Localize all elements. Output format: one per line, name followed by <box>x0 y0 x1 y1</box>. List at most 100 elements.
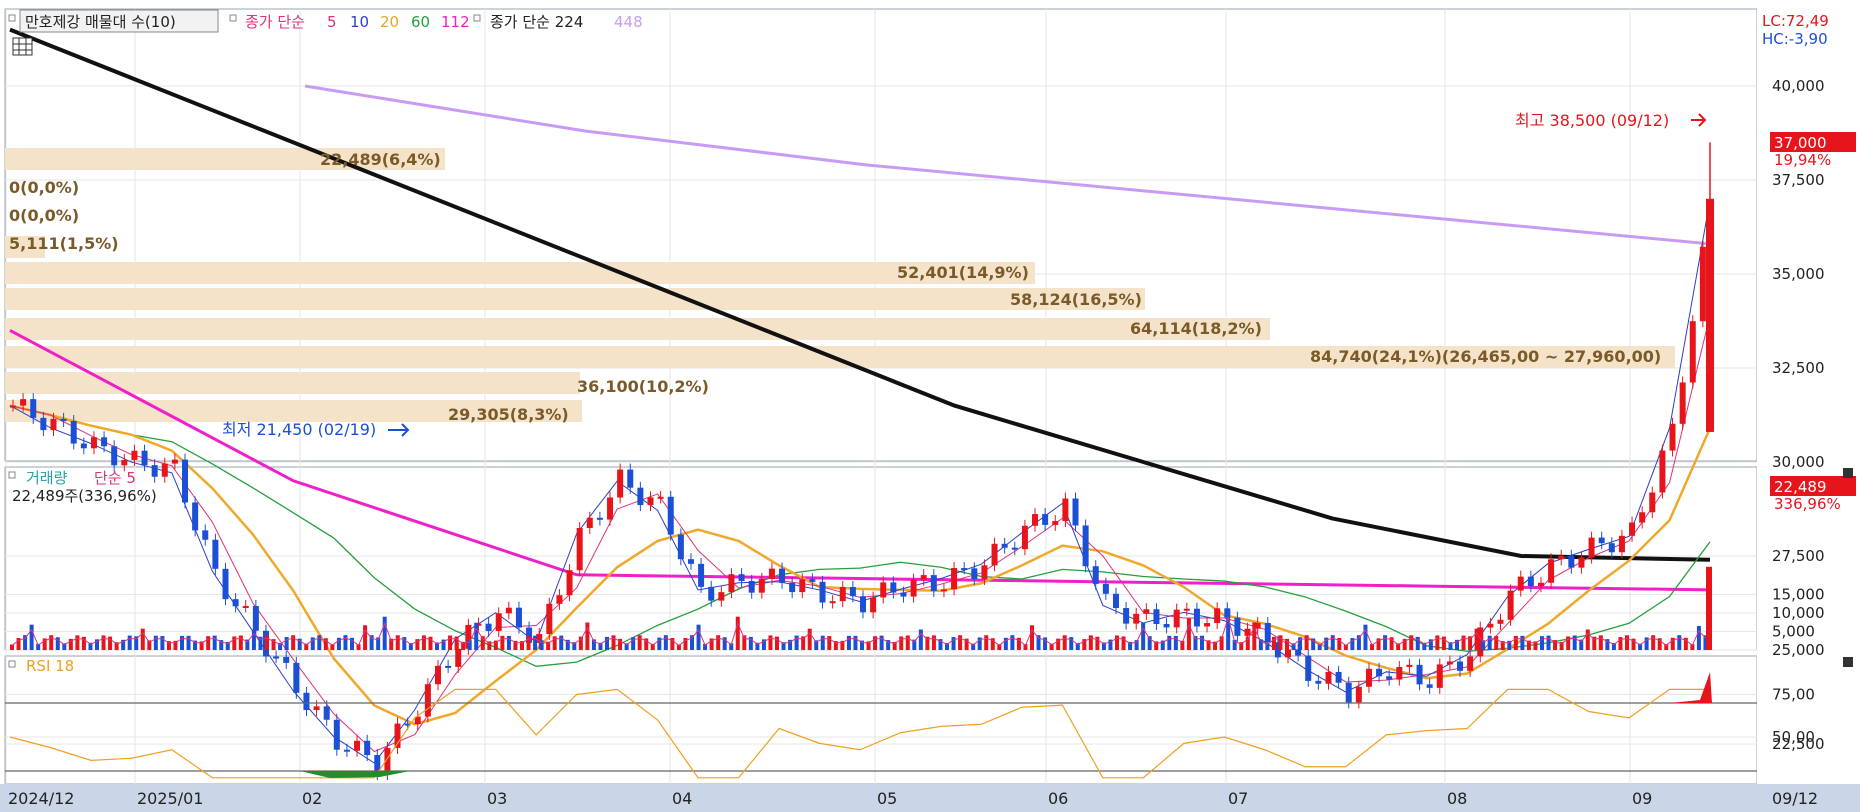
volume-close-icon[interactable] <box>1843 468 1853 478</box>
candle-body <box>627 469 634 488</box>
candle-body <box>515 607 522 628</box>
candle-body <box>1062 498 1069 522</box>
candle-body <box>1365 668 1372 687</box>
volume-bar <box>696 624 701 650</box>
volume-bar <box>1363 624 1368 650</box>
candle-body <box>101 437 108 447</box>
candle-body <box>667 496 674 535</box>
candle-body <box>20 399 27 406</box>
candle-body <box>485 623 492 631</box>
volume-bar <box>1696 625 1701 650</box>
candle-body <box>1598 537 1605 544</box>
candle-body <box>1669 423 1676 451</box>
candle-body <box>232 599 239 607</box>
candle-body <box>920 575 927 580</box>
price-tick-label: 25,000 <box>1772 641 1825 659</box>
rsi-close-icon[interactable] <box>1843 657 1853 667</box>
candle-body <box>870 597 877 613</box>
candle-body <box>789 582 796 593</box>
rsi-panel[interactable] <box>4 655 1758 785</box>
candle-body <box>849 586 856 597</box>
candle-body <box>708 586 715 601</box>
volume-bar <box>899 636 904 650</box>
price-tick-label: 27,500 <box>1772 547 1825 565</box>
ma-long-448: 448 <box>614 13 643 31</box>
candle-body <box>455 648 462 667</box>
ma-legend-20: 20 <box>380 13 399 31</box>
volume-bar <box>448 635 453 650</box>
volume-bar <box>506 635 511 650</box>
candle-body <box>354 740 361 751</box>
volume-bar <box>1141 622 1146 650</box>
volume-bar <box>735 616 740 650</box>
candle-body <box>657 496 664 499</box>
candle-body <box>910 579 917 597</box>
date-tick-label: 05 <box>877 789 897 808</box>
volume-bar <box>101 635 106 650</box>
date-axis-bar <box>0 784 1860 812</box>
rsi-tick-label: 75,00 <box>1772 686 1815 704</box>
grid-toggle-icon[interactable] <box>12 37 33 56</box>
candle-body <box>1042 514 1049 525</box>
candle-body <box>1517 576 1524 591</box>
ma-legend-5: 5 <box>327 13 337 31</box>
volume-bar <box>343 635 348 650</box>
volume-panel[interactable] <box>4 466 1758 651</box>
candle-body <box>1072 498 1079 526</box>
candle-body <box>829 601 836 604</box>
volume-bar <box>1278 635 1283 650</box>
candle-body <box>1436 664 1443 688</box>
volume-legend-marker <box>8 471 16 479</box>
date-tick-label: 09 <box>1632 789 1652 808</box>
candle-body <box>1153 609 1160 625</box>
candle-body <box>1507 590 1514 620</box>
low-annotation: 최저 21,450 (02/19) <box>222 420 376 439</box>
price-tick-label: 35,000 <box>1772 265 1825 283</box>
candle-body <box>860 596 866 613</box>
candle-body <box>1355 686 1362 703</box>
candle-body <box>809 579 816 582</box>
candle-body <box>607 497 614 520</box>
candle-body <box>637 487 644 506</box>
candle-body <box>758 578 765 593</box>
date-tick-label: 2024/12 <box>8 789 74 808</box>
volume-bar <box>1121 636 1126 650</box>
candle-body <box>1011 547 1018 550</box>
volume-bar <box>1226 609 1231 650</box>
volume-tick-label: 10,000 <box>1772 604 1825 622</box>
candle-body <box>343 749 350 752</box>
volume-bar <box>206 636 211 650</box>
candle-body <box>1345 682 1352 703</box>
candle-body <box>819 581 826 603</box>
volume-bar <box>1088 635 1093 650</box>
volume-bar <box>1409 635 1414 650</box>
volume-bar <box>526 636 531 650</box>
candle-body <box>1214 608 1221 624</box>
volume-bar <box>1461 635 1466 650</box>
date-tick-label: 06 <box>1048 789 1068 808</box>
legend-box-marker <box>8 14 16 22</box>
volume-profile-label: 0(0,0%) <box>9 178 79 197</box>
volume-bar <box>552 636 557 650</box>
volume-bar <box>1520 635 1525 650</box>
volume-bar <box>1167 635 1172 650</box>
volume-tick-label: 5,000 <box>1772 623 1815 641</box>
candle-body <box>900 592 907 597</box>
candle-body <box>161 463 168 477</box>
ma-legend-label: 종가 단순 <box>245 13 305 31</box>
volume-current-text: 22,489주(336,96%) <box>12 487 157 505</box>
date-tick-label: 02 <box>302 789 322 808</box>
candle-body <box>1123 608 1130 624</box>
price-axis-bg <box>1757 9 1860 784</box>
candle-body <box>202 530 209 540</box>
candle-body <box>212 539 219 569</box>
candle-body <box>1618 535 1625 553</box>
volume-bar <box>251 629 256 650</box>
price-tick-label: 30,000 <box>1772 453 1825 471</box>
candle-body <box>1446 661 1453 665</box>
volume-bar <box>931 635 936 650</box>
candle-body <box>698 563 705 587</box>
candle-body <box>880 582 887 598</box>
candle-body <box>1639 512 1646 523</box>
volume-legend-label: 거래량 <box>26 469 68 487</box>
